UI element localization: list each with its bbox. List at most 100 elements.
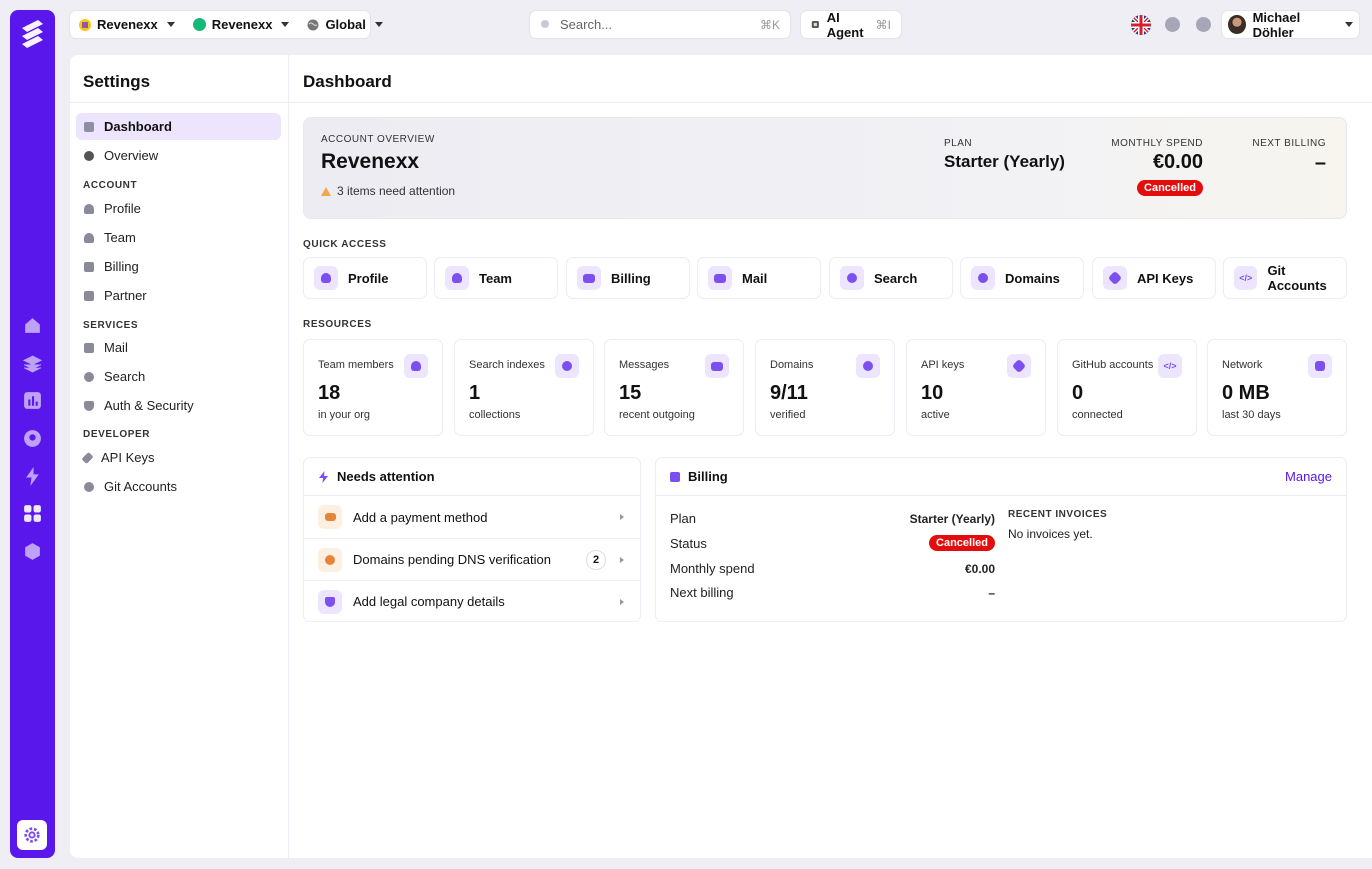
lightning-icon[interactable] (22, 466, 43, 487)
quick-access-label: Billing (611, 270, 651, 286)
chevron-down-icon (374, 22, 383, 27)
chevron-down-icon (1345, 22, 1353, 27)
region-select[interactable]: Global (298, 11, 391, 38)
sidebar-item-partner[interactable]: Partner (76, 282, 281, 309)
sidebar-item-team[interactable]: Team (76, 224, 281, 251)
sidebar-item-git-accounts[interactable]: Git Accounts (76, 473, 281, 500)
sidebar-item-billing[interactable]: Billing (76, 253, 281, 280)
uk-flag-icon[interactable] (1131, 15, 1151, 35)
location-icon[interactable] (22, 428, 43, 449)
quick-access-git-accounts[interactable]: </> Git Accounts (1223, 257, 1347, 299)
resource-sub: connected (1072, 409, 1123, 421)
user-menu[interactable]: Michael Döhler (1222, 10, 1359, 40)
quick-access-label: Search (874, 270, 918, 286)
resource-label: Search indexes (469, 359, 545, 371)
resource-github-accounts[interactable]: GitHub accounts 0 connected </> (1057, 339, 1197, 436)
sidebar-item-dashboard[interactable]: Dashboard (76, 113, 281, 140)
analytics-icon[interactable] (22, 390, 43, 411)
help-icon[interactable] (1165, 17, 1180, 32)
apps-grid-icon[interactable] (22, 503, 43, 524)
billing-icon (670, 471, 680, 482)
sidebar-item-search[interactable]: Search (76, 363, 281, 390)
sidebar-item-auth-security[interactable]: Auth & Security (76, 392, 281, 419)
resource-messages[interactable]: Messages 15 recent outgoing (604, 339, 744, 436)
quick-access-label: Profile (348, 270, 389, 286)
lightning-icon (319, 470, 328, 483)
card-title: Billing (688, 469, 728, 484)
card-header: Needs attention (304, 458, 640, 496)
needs-attention-card: Needs attention Add a payment method Dom… (303, 457, 641, 622)
resource-value: 9/11 (770, 382, 808, 404)
app-rail (10, 10, 55, 858)
billing-row-next: Next billing – (670, 585, 995, 600)
workspace-1-label: Revenexx (97, 17, 158, 32)
sidebar-item-label: Dashboard (104, 119, 172, 134)
attention-item-legal[interactable]: Add legal company details (304, 580, 640, 622)
sidebar-item-mail[interactable]: Mail (76, 334, 281, 361)
attention-notice[interactable]: 3 items need attention (321, 184, 455, 198)
resource-team-members[interactable]: Team members 18 in your org (303, 339, 443, 436)
quick-access-api-keys[interactable]: API Keys (1092, 257, 1216, 299)
app-logo-icon[interactable] (18, 18, 47, 50)
settings-button[interactable] (17, 820, 47, 850)
quick-access-label: Mail (742, 270, 768, 286)
code-icon: </> (1158, 354, 1182, 378)
resource-network[interactable]: Network 0 MB last 30 days (1207, 339, 1347, 436)
dashboard-icon (84, 121, 94, 132)
avatar (1228, 15, 1246, 34)
wallet-icon (318, 505, 342, 529)
quick-access-label: Team (479, 270, 512, 286)
quick-access-billing[interactable]: Billing (566, 257, 690, 299)
quick-access-label: Git Accounts (1267, 263, 1327, 293)
manage-link[interactable]: Manage (1285, 469, 1332, 484)
attention-label: Add a payment method (353, 509, 488, 525)
billing-row-value: Starter (Yearly) (909, 511, 995, 526)
mail-icon (84, 342, 94, 353)
section-heading-account: ACCOUNT (83, 180, 138, 191)
cube-icon[interactable] (22, 541, 43, 562)
resource-domains[interactable]: Domains 9/11 verified (755, 339, 895, 436)
search-icon (541, 19, 549, 28)
count-badge: 2 (586, 549, 606, 570)
workspace-select-2[interactable]: Revenexx (184, 11, 299, 38)
workspace-switcher: Revenexx Revenexx Global (70, 11, 383, 38)
resource-api-keys[interactable]: API keys 10 active (906, 339, 1046, 436)
quick-access-profile[interactable]: Profile (303, 257, 427, 299)
ai-agent-button[interactable]: AI Agent ⌘I (801, 10, 901, 40)
layers-icon[interactable] (22, 353, 43, 374)
dashboard-main: Dashboard ACCOUNT OVERVIEW Revenexx 3 it… (289, 55, 1372, 858)
code-icon: </> (1234, 266, 1258, 290)
quick-access-mail[interactable]: Mail (697, 257, 821, 299)
domains-icon (856, 354, 880, 378)
sidebar-item-profile[interactable]: Profile (76, 195, 281, 222)
attention-item-payment[interactable]: Add a payment method (304, 496, 640, 538)
resource-sub: active (921, 409, 950, 421)
billing-row-label: Status (670, 535, 707, 551)
resource-label: GitHub accounts (1072, 359, 1154, 371)
home-icon[interactable] (22, 315, 43, 336)
resource-search-indexes[interactable]: Search indexes 1 collections (454, 339, 594, 436)
billing-card: Billing Manage Plan Starter (Yearly) Stat… (655, 457, 1347, 622)
billing-row-spend: Monthly spend €0.00 (670, 561, 995, 576)
sidebar-item-label: Partner (104, 288, 147, 303)
sidebar-item-label: Search (104, 369, 146, 384)
plan-value: Starter (Yearly) (944, 152, 1065, 171)
sidebar-item-overview[interactable]: Overview (76, 142, 281, 169)
workspace-select-1[interactable]: Revenexx (70, 11, 184, 38)
chevron-right-icon (620, 598, 624, 605)
quick-access-team[interactable]: Team (434, 257, 558, 299)
search-input[interactable]: Search... ⌘K (530, 11, 790, 38)
sidebar-item-label: Team (104, 230, 136, 245)
divider (70, 102, 288, 103)
quick-access-search[interactable]: Search (829, 257, 953, 299)
monthly-spend-label: MONTHLY SPEND (1111, 138, 1203, 149)
no-invoices-text: No invoices yet. (1008, 527, 1093, 541)
section-heading-services: SERVICES (83, 320, 139, 331)
quick-access-domains[interactable]: Domains (960, 257, 1084, 299)
status-badge: Cancelled (1137, 179, 1203, 196)
network-icon (1308, 354, 1332, 378)
search-shortcut: ⌘K (759, 17, 780, 32)
attention-item-dns[interactable]: Domains pending DNS verification 2 (304, 538, 640, 580)
sidebar-item-api-keys[interactable]: API Keys (76, 444, 281, 471)
notification-bell-icon[interactable] (1196, 17, 1211, 32)
